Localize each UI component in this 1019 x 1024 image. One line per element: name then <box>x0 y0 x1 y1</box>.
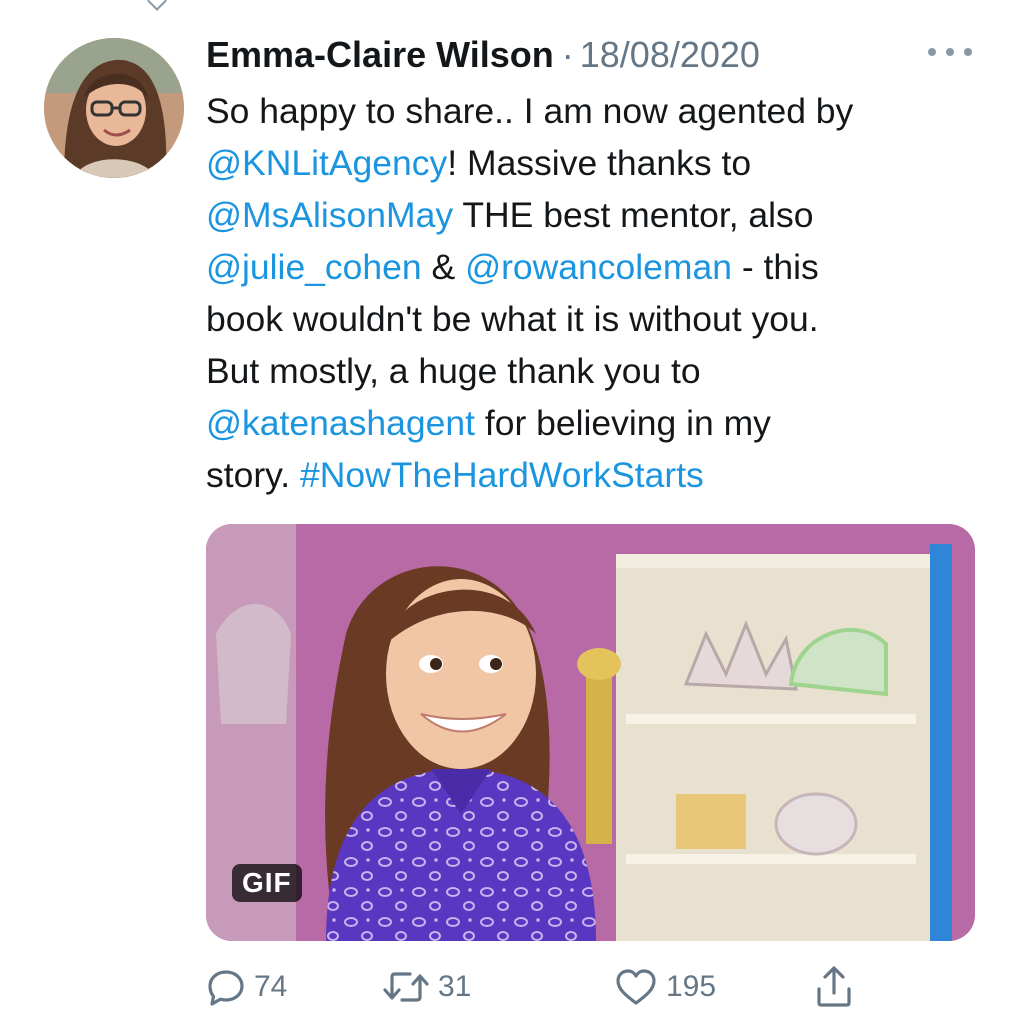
hashtag-link[interactable]: #NowTheHardWorkStarts <box>300 455 704 495</box>
gif-badge: GIF <box>232 864 302 902</box>
retweet-button[interactable]: 31 <box>382 962 471 1012</box>
author-name[interactable]: Emma-Claire Wilson <box>206 34 554 76</box>
tweet-text-line: But mostly, a huge thank you to <box>206 345 996 397</box>
reply-icon <box>208 970 244 1006</box>
tweet-text-segment: story. <box>206 455 301 495</box>
tweet-text-segment: So happy to share.. I am now agented by <box>206 91 854 131</box>
heart-icon <box>616 969 656 1005</box>
retweet-count: 31 <box>438 970 472 1003</box>
tweet-text-segment: ! Massive thanks to <box>447 143 752 183</box>
mention-link[interactable]: @MsAlisonMay <box>206 195 453 235</box>
tweet-text-line: @katenashagent for believing in my <box>206 397 996 449</box>
tweet-text-line: @julie_cohen & @rowancoleman - this <box>206 241 996 293</box>
more-dot-icon <box>946 48 954 56</box>
like-count: 195 <box>666 970 717 1003</box>
share-icon <box>817 966 851 1007</box>
tweet-text-segment: for believing in my <box>474 403 771 443</box>
more-options-icon[interactable] <box>928 44 972 60</box>
tweet-text-segment: - this <box>731 247 819 287</box>
tweet-text-line: story. #NowTheHardWorkStarts <box>206 449 996 501</box>
tweet-text-segment: But mostly, a huge thank you to <box>206 351 701 391</box>
tweet-text-line: @KNLitAgency! Massive thanks to <box>206 137 996 189</box>
header-separator: · <box>561 34 574 75</box>
more-dot-icon <box>964 48 972 56</box>
tweet-text-line: @MsAlisonMay THE best mentor, also <box>206 189 996 241</box>
tweet-actions: 74 31 195 <box>206 962 986 1012</box>
tweet-text-segment: book wouldn't be what it is without you. <box>206 299 819 339</box>
reply-count: 74 <box>254 970 288 1003</box>
mention-link[interactable]: @KNLitAgency <box>206 143 447 183</box>
avatar-photo <box>44 38 184 178</box>
mention-link[interactable]: @julie_cohen <box>206 247 422 287</box>
gif-image <box>206 524 975 941</box>
tweet-text-segment: & <box>421 247 466 287</box>
tweet-text-segment: THE best mentor, also <box>453 195 814 235</box>
retweet-icon <box>383 972 429 1002</box>
tweet-text-line: So happy to share.. I am now agented by <box>206 85 996 137</box>
like-button[interactable]: 195 <box>614 962 716 1012</box>
tweet-header: Emma-Claire Wilson · 18/08/2020 <box>206 30 986 80</box>
tweet-media[interactable]: GIF <box>206 524 975 941</box>
share-button[interactable] <box>814 962 854 1012</box>
reply-button[interactable]: 74 <box>206 962 287 1012</box>
thread-chevron-icon <box>147 0 167 11</box>
avatar[interactable] <box>44 38 184 178</box>
tweet-text-line: book wouldn't be what it is without you. <box>206 293 996 345</box>
tweet-date[interactable]: 18/08/2020 <box>580 34 760 76</box>
mention-link[interactable]: @rowancoleman <box>465 247 732 287</box>
mention-link[interactable]: @katenashagent <box>206 403 475 443</box>
tweet-text: So happy to share.. I am now agented by @… <box>206 85 996 501</box>
more-dot-icon <box>928 48 936 56</box>
